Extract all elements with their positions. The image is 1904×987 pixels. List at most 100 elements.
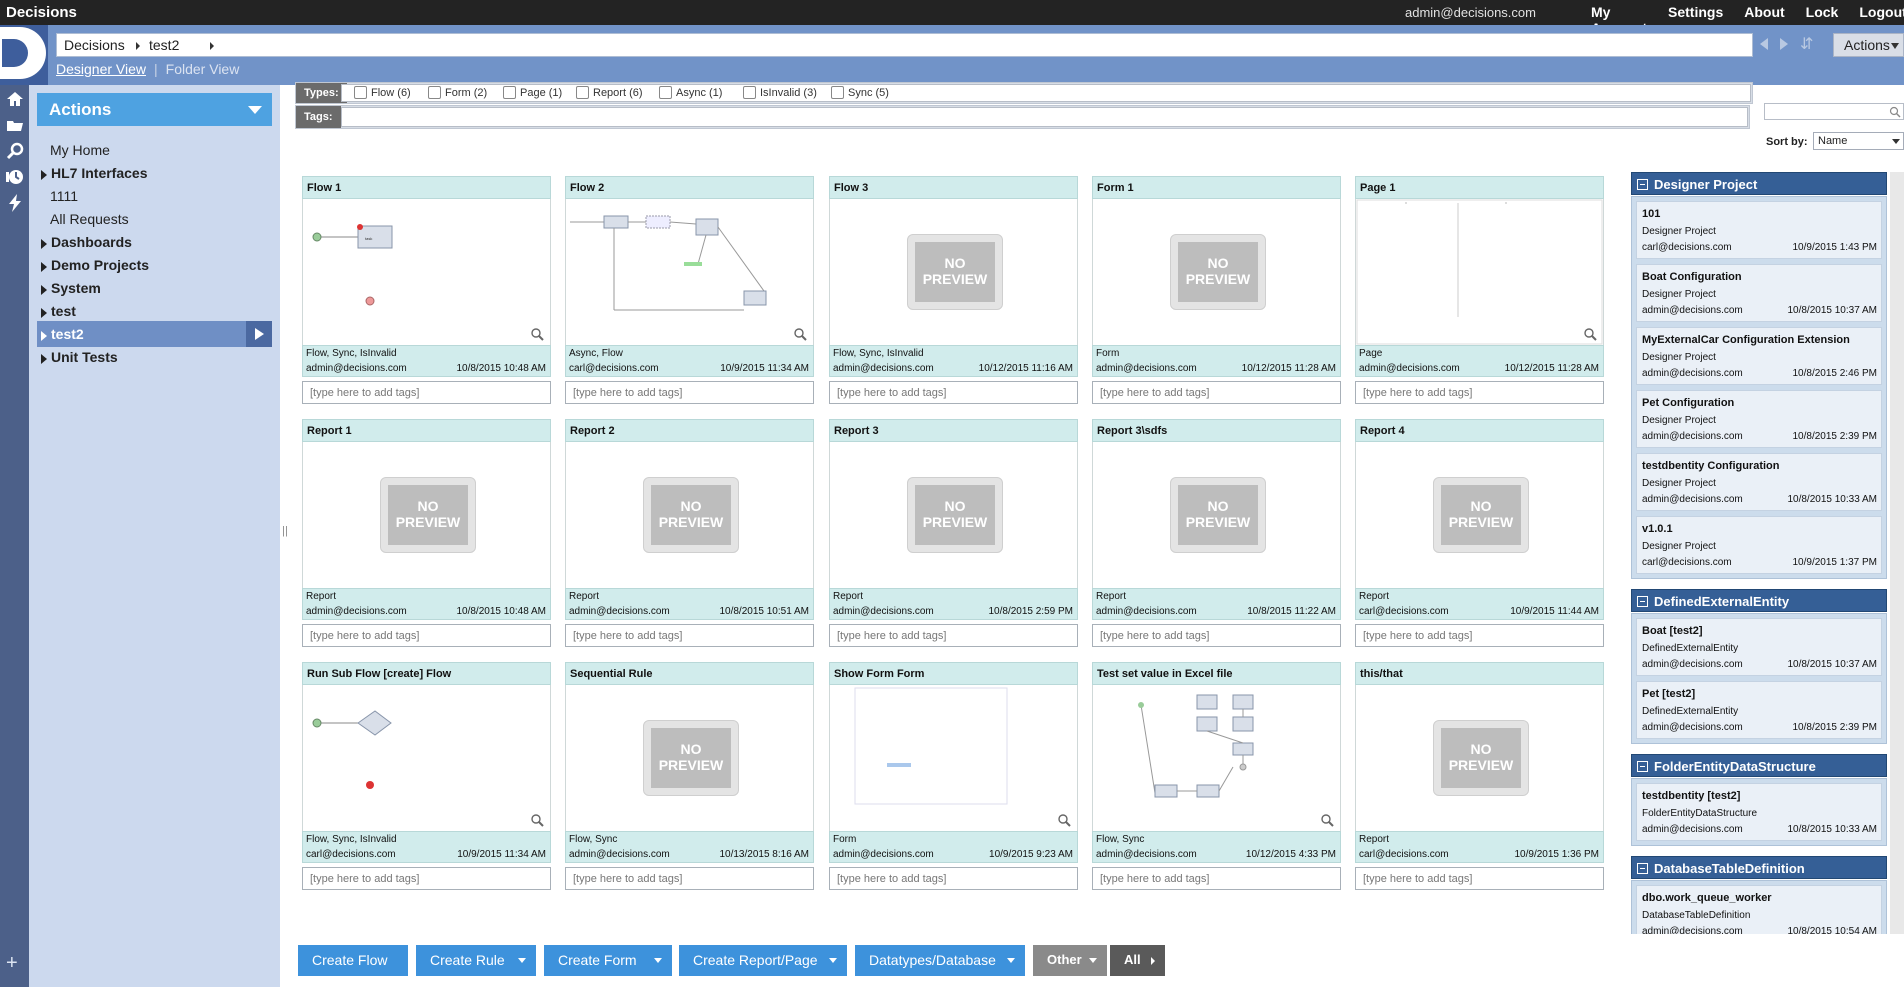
card-preview[interactable]: NO PREVIEW [1355,685,1604,831]
lightning-icon[interactable] [5,193,25,213]
entity-item[interactable]: Boat Configuration Designer Project admin@… [1636,264,1882,322]
designer-card[interactable]: Sequential Rule NO PREVIEW Flow, Sync admin… [565,662,814,891]
card-preview[interactable]: NO PREVIEW [1355,442,1604,588]
entity-item[interactable]: Boat [test2] DefinedExternalEntity admin@d… [1636,618,1882,676]
card-preview[interactable]: task [302,199,551,345]
button-create-report-page[interactable]: Create Report/Page [679,945,847,976]
card-preview[interactable]: NO PREVIEW [302,442,551,588]
card-preview[interactable]: NO PREVIEW [565,685,814,831]
tab-folder-view[interactable]: Folder View [166,61,240,77]
magnify-icon[interactable] [793,327,807,341]
card-title[interactable]: Sequential Rule [565,662,814,685]
card-tags-input[interactable]: [type here to add tags] [1355,867,1604,890]
collapse-icon[interactable] [1637,863,1648,874]
button-create-rule[interactable]: Create Rule [416,945,536,976]
magnify-icon[interactable] [1320,813,1334,827]
card-tags-input[interactable]: [type here to add tags] [565,867,814,890]
entity-item[interactable]: testdbentity [test2] FolderEntityDataStru… [1636,783,1882,841]
card-preview[interactable]: NO PREVIEW [829,199,1078,345]
button-create-form[interactable]: Create Form [544,945,672,976]
designer-card[interactable]: Report 3 NO PREVIEW Report admin@decisions.… [829,419,1078,648]
designer-card[interactable]: Report 4 NO PREVIEW Report carl@decisions.c… [1355,419,1604,648]
magnify-icon[interactable] [530,327,544,341]
card-title[interactable]: Report 3\sdfs [1092,419,1341,442]
designer-card[interactable]: Flow 1 task Flow, Sync, IsInvalid admin@dec… [302,176,551,405]
card-tags-input[interactable]: [type here to add tags] [302,381,551,404]
sort-select[interactable]: Name [1813,132,1904,150]
button-datatypes-database[interactable]: Datatypes/Database [855,945,1025,976]
card-tags-input[interactable]: [type here to add tags] [829,867,1078,890]
search-icon[interactable] [5,141,25,161]
back-arrow-icon[interactable] [1760,38,1768,50]
collapse-icon[interactable] [1637,761,1648,772]
group-header-folderentitydatastructure[interactable]: FolderEntityDataStructure [1631,754,1887,777]
type-filter-async-1[interactable]: Async (1) [659,86,722,99]
checkbox-icon[interactable] [503,86,516,99]
card-tags-input[interactable]: [type here to add tags] [1355,381,1604,404]
card-preview[interactable] [1092,685,1341,831]
card-preview[interactable]: NO PREVIEW [1092,442,1341,588]
type-filter-isinvalid-3[interactable]: IsInvalid (3) [743,86,817,99]
collapse-icon[interactable] [1637,596,1648,607]
type-filter-form-2[interactable]: Form (2) [428,86,487,99]
designer-card[interactable]: this/that NO PREVIEW Report carl@decisions.… [1355,662,1604,891]
entity-item[interactable]: Pet Configuration Designer Project admin@d… [1636,390,1882,448]
designer-card[interactable]: Page 1 Page admin@decisions.com 10/12/2015 … [1355,176,1604,405]
card-tags-input[interactable]: [type here to add tags] [1092,867,1341,890]
card-tags-input[interactable]: [type here to add tags] [1092,624,1341,647]
folders-icon[interactable] [5,115,25,135]
history-icon[interactable]: ⇵ [1800,34,1813,54]
entity-item[interactable]: 101 Designer Project carl@decisions.com 10/… [1636,201,1882,259]
panel-splitter[interactable]: || [280,85,290,987]
designer-card[interactable]: Report 1 NO PREVIEW Report admin@decisions.… [302,419,551,648]
checkbox-icon[interactable] [576,86,589,99]
designer-card[interactable]: Show Form Form Form admin@decisions.com 10/… [829,662,1078,891]
home-icon[interactable] [5,89,25,109]
breadcrumb-test2[interactable]: test2 [149,37,179,53]
sidebar-actions-header[interactable]: Actions [37,93,272,126]
designer-card[interactable]: Report 2 NO PREVIEW Report admin@decisions.… [565,419,814,648]
designer-card[interactable]: Report 3\sdfs NO PREVIEW Report admin@decis… [1092,419,1341,648]
add-icon[interactable]: + [6,952,18,975]
card-title[interactable]: Page 1 [1355,176,1604,199]
card-title[interactable]: Show Form Form [829,662,1078,685]
button-create-flow[interactable]: Create Flow [298,945,408,976]
group-header-definedexternalentity[interactable]: DefinedExternalEntity [1631,589,1887,612]
card-preview[interactable]: NO PREVIEW [829,442,1078,588]
timer-icon[interactable] [5,167,25,187]
card-tags-input[interactable]: [type here to add tags] [829,624,1078,647]
button-all[interactable]: All [1110,945,1165,976]
type-filter-sync-5[interactable]: Sync (5) [831,86,889,99]
card-title[interactable]: Form 1 [1092,176,1341,199]
decisions-logo-icon[interactable] [0,25,48,85]
card-preview[interactable] [1355,199,1604,345]
card-tags-input[interactable]: [type here to add tags] [302,867,551,890]
card-tags-input[interactable]: [type here to add tags] [565,381,814,404]
designer-card[interactable]: Flow 3 NO PREVIEW Flow, Sync, IsInvalid adm… [829,176,1078,405]
magnify-icon[interactable] [1583,327,1597,341]
tags-filter-input[interactable] [341,107,1748,127]
button-other[interactable]: Other [1033,945,1107,976]
checkbox-icon[interactable] [428,86,441,99]
sidebar-item-unit-tests[interactable]: Unit Tests [37,344,272,370]
entity-item[interactable]: testdbentity Configuration Designer Proje… [1636,453,1882,511]
entity-item[interactable]: Pet [test2] DefinedExternalEntity admin@de… [1636,681,1882,739]
collapse-icon[interactable] [1637,179,1648,190]
designer-card[interactable]: Run Sub Flow [create] Flow Flow, Sync, Is… [302,662,551,891]
card-preview[interactable] [829,685,1078,831]
card-title[interactable]: Flow 1 [302,176,551,199]
checkbox-icon[interactable] [659,86,672,99]
card-tags-input[interactable]: [type here to add tags] [1092,381,1341,404]
card-preview[interactable]: NO PREVIEW [565,442,814,588]
magnify-icon[interactable] [1057,813,1071,827]
checkbox-icon[interactable] [743,86,756,99]
magnify-icon[interactable] [530,813,544,827]
card-preview[interactable] [302,685,551,831]
card-title[interactable]: Flow 3 [829,176,1078,199]
card-title[interactable]: Report 4 [1355,419,1604,442]
group-header-designer-project[interactable]: Designer Project [1631,172,1887,195]
card-title[interactable]: Flow 2 [565,176,814,199]
entity-item[interactable]: v1.0.1 Designer Project carl@decisions.com… [1636,516,1882,574]
tab-designer-view[interactable]: Designer View [56,61,146,77]
type-filter-report-6[interactable]: Report (6) [576,86,643,99]
